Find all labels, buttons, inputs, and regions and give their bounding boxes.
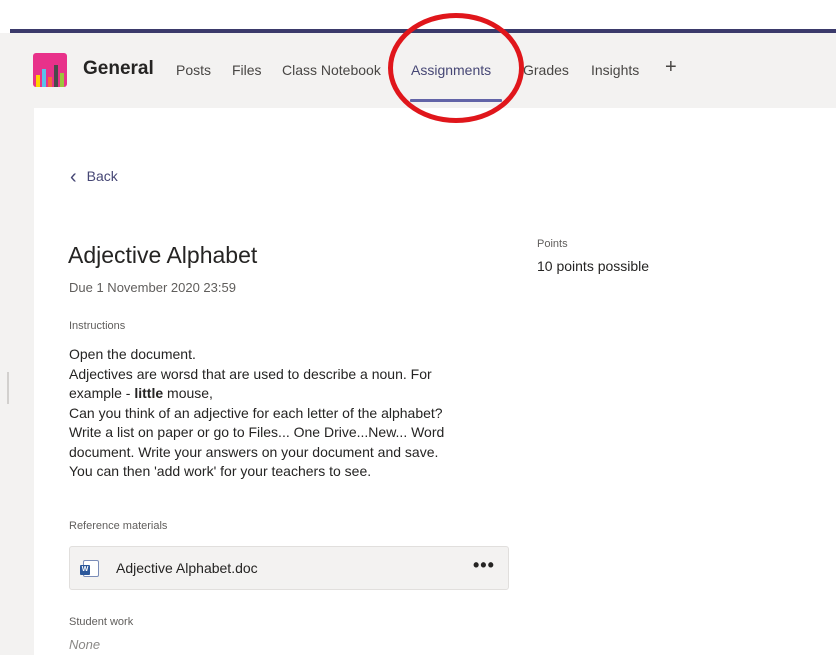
due-date: Due 1 November 2020 23:59 <box>69 280 236 295</box>
instructions-line: example - little mouse, <box>69 384 514 404</box>
more-options-icon[interactable]: ••• <box>473 555 495 576</box>
tab-insights[interactable]: Insights <box>591 62 639 78</box>
instructions-line: You can then 'add work' for your teacher… <box>69 463 372 479</box>
tab-grades[interactable]: Grades <box>523 62 569 78</box>
instructions-line: document. Write your answers on your doc… <box>69 443 439 460</box>
instructions-line: Write a list on paper or go to Files... … <box>69 424 445 440</box>
instructions-fragment: example - <box>69 385 135 401</box>
annotation-circle <box>388 13 524 123</box>
tab-class-notebook[interactable]: Class Notebook <box>282 62 381 78</box>
chevron-left-icon: ‹ <box>70 166 77 188</box>
team-logo[interactable] <box>33 53 67 87</box>
instructions-line: Adjectives are worsd that are used to de… <box>69 365 432 382</box>
scroll-marker <box>7 372 9 404</box>
tab-files[interactable]: Files <box>232 62 262 78</box>
team-name: General <box>83 58 154 79</box>
instructions-label: Instructions <box>69 320 126 332</box>
instructions-line: Open the document. <box>69 346 196 362</box>
tab-posts[interactable]: Posts <box>176 62 211 78</box>
left-gutter <box>0 108 34 655</box>
pencil-shape <box>42 69 46 87</box>
pencil-shape <box>54 65 58 87</box>
points-value: 10 points possible <box>537 258 650 274</box>
plus-icon[interactable]: + <box>665 56 677 79</box>
reference-file-card[interactable]: W Adjective Alphabet.doc ••• <box>69 546 509 590</box>
student-work-label: Student work <box>69 616 134 628</box>
instructions-text: Open the document. Adjectives are worsd … <box>69 345 514 482</box>
reference-materials-label: Reference materials <box>69 520 168 532</box>
word-document-icon: W <box>80 560 99 577</box>
back-label: Back <box>86 168 118 184</box>
assignment-title: Adjective Alphabet <box>68 242 258 268</box>
back-button[interactable]: ‹ Back <box>70 166 118 189</box>
instructions-bold-word: little <box>134 385 164 401</box>
student-work-value: None <box>69 637 101 652</box>
pencil-shape <box>60 73 64 87</box>
pencil-shape <box>48 77 52 87</box>
instructions-line: Can you think of an adjective for each l… <box>69 404 443 421</box>
points-label: Points <box>537 238 568 250</box>
instructions-fragment: mouse, <box>163 385 213 401</box>
reference-file-name[interactable]: Adjective Alphabet.doc <box>116 560 258 576</box>
pencil-shape <box>36 75 40 87</box>
